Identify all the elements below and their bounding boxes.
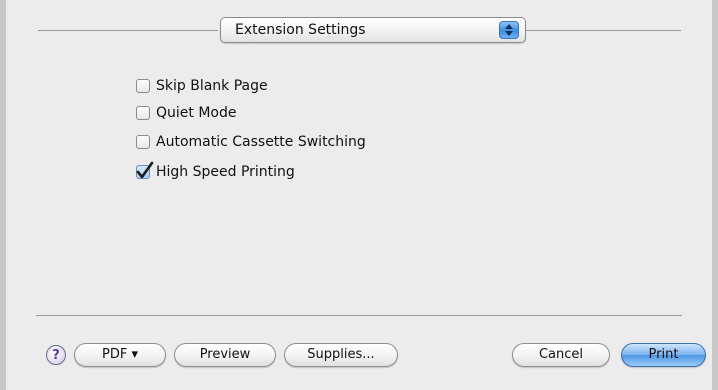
checkmark-icon <box>136 161 154 179</box>
print-dialog: Extension Settings Skip Blank Page Quiet… <box>0 0 718 390</box>
option-skip-blank-page[interactable]: Skip Blank Page <box>136 76 268 96</box>
preview-button[interactable]: Preview <box>174 343 276 367</box>
help-button[interactable]: ? <box>46 345 66 365</box>
option-high-speed-printing[interactable]: High Speed Printing <box>136 161 295 182</box>
automatic-cassette-switching-checkbox[interactable] <box>136 135 150 149</box>
skip-blank-page-label: Skip Blank Page <box>156 78 268 94</box>
automatic-cassette-switching-label: Automatic Cassette Switching <box>156 134 366 150</box>
quiet-mode-checkbox[interactable] <box>136 106 150 120</box>
question-mark-icon: ? <box>52 347 60 363</box>
settings-popup-label: Extension Settings <box>235 22 366 38</box>
up-down-arrows-icon <box>499 21 519 39</box>
quiet-mode-label: Quiet Mode <box>156 105 237 121</box>
dialog-right-edge <box>712 0 718 390</box>
header-divider-left <box>38 30 218 31</box>
pdf-menu-button[interactable]: PDF ▾ <box>74 343 166 367</box>
supplies-button[interactable]: Supplies... <box>284 343 398 367</box>
high-speed-printing-label: High Speed Printing <box>156 164 295 180</box>
settings-popup-menu[interactable]: Extension Settings <box>220 17 526 43</box>
option-quiet-mode[interactable]: Quiet Mode <box>136 103 236 123</box>
skip-blank-page-checkbox[interactable] <box>136 79 150 93</box>
header-divider-right <box>526 30 681 31</box>
cancel-button[interactable]: Cancel <box>512 343 610 367</box>
dialog-left-edge <box>0 0 6 390</box>
high-speed-printing-checkbox[interactable] <box>136 161 154 179</box>
footer-divider <box>36 315 682 316</box>
print-button[interactable]: Print <box>621 343 706 367</box>
option-automatic-cassette-switching[interactable]: Automatic Cassette Switching <box>136 132 366 152</box>
